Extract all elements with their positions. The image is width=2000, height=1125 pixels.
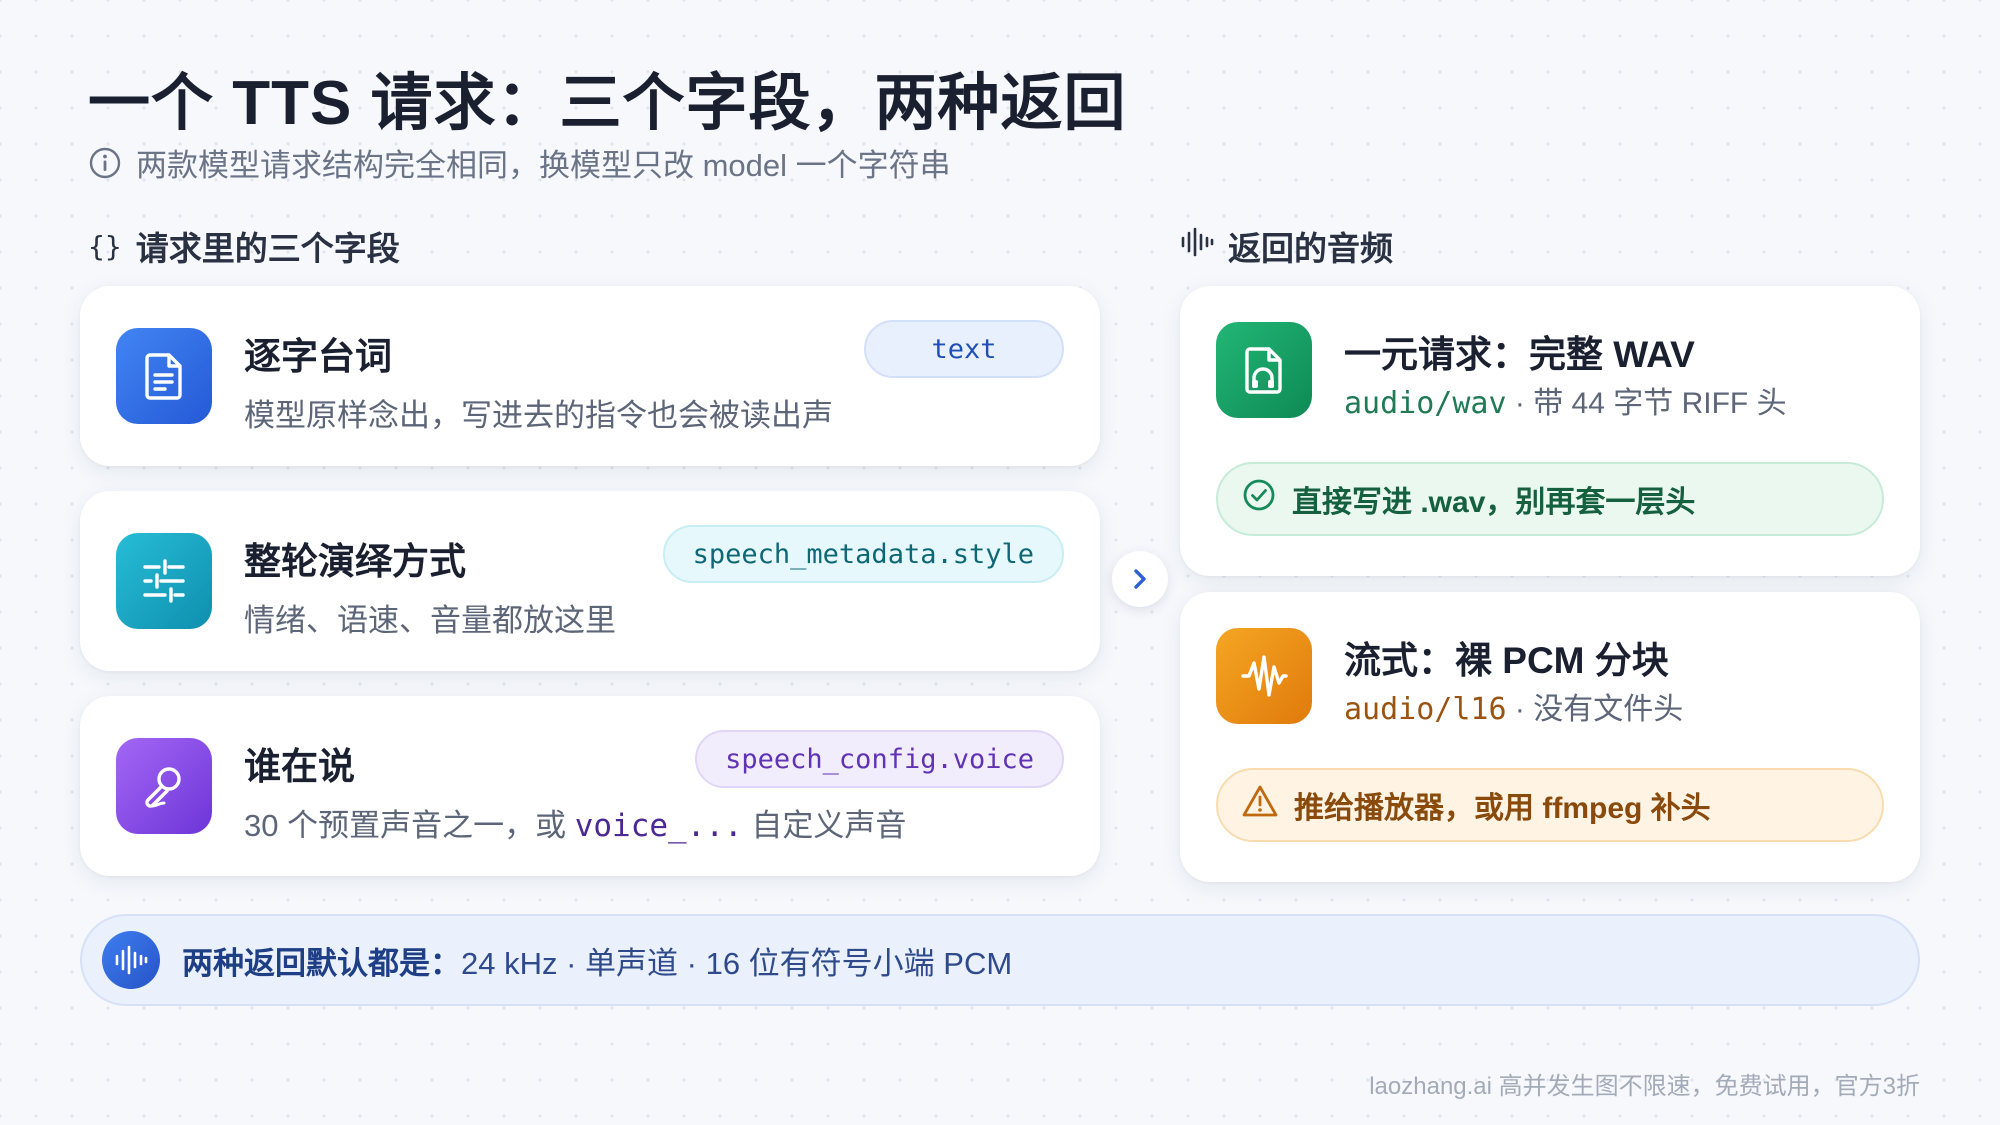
subtitle-text: 两款模型请求结构完全相同，换模型只改 model 一个字符串 <box>136 148 951 183</box>
response-desc: audio/l16 · 没有文件头 <box>1344 692 1684 727</box>
field-card-text: 逐字台词 模型原样念出，写进去的指令也会被读出声 text <box>80 286 1100 466</box>
response-note: 直接写进 .wav，别再套一层头 <box>1216 462 1884 536</box>
info-icon <box>88 146 122 180</box>
request-section-label: {} 请求里的三个字段 <box>88 229 400 268</box>
warning-icon <box>1242 784 1278 826</box>
field-name-chip: speech_metadata.style <box>662 525 1064 583</box>
field-card-style: 整轮演绎方式 情绪、语速、音量都放这里 speech_metadata.styl… <box>80 491 1100 671</box>
response-title: 流式：裸 PCM 分块 <box>1344 640 1669 681</box>
field-desc: 30 个预置声音之一，或 voice_... 自定义声音 <box>244 808 907 844</box>
summary-text: 两种返回默认都是：24 kHz · 单声道 · 16 位有符号小端 PCM <box>182 945 1013 981</box>
audio-bars-icon <box>102 931 160 989</box>
page-title: 一个 TTS 请求：三个字段，两种返回 <box>88 69 1127 138</box>
audio-format-summary: 两种返回默认都是：24 kHz · 单声道 · 16 位有符号小端 PCM <box>80 914 1920 1006</box>
watermark: laozhang.ai 高并发生图不限速，免费试用，官方3折 <box>1369 1073 1920 1100</box>
waveform-small-icon <box>1180 227 1214 265</box>
audio-file-icon <box>1216 322 1312 418</box>
document-icon <box>116 328 212 424</box>
microphone-icon <box>116 738 212 834</box>
response-section-label: 返回的音频 <box>1180 222 1393 270</box>
field-name-chip: speech_config.voice <box>695 730 1064 788</box>
field-card-voice: 谁在说 30 个预置声音之一，或 voice_... 自定义声音 speech_… <box>80 696 1100 876</box>
chevron-right-icon <box>1112 551 1168 607</box>
field-title: 整轮演绎方式 <box>244 541 466 582</box>
voice-code: voice_... <box>574 808 743 844</box>
field-desc: 模型原样念出，写进去的指令也会被读出声 <box>244 398 833 433</box>
content-type: audio/l16 <box>1344 692 1507 727</box>
subtitle: 两款模型请求结构完全相同，换模型只改 model 一个字符串 <box>88 140 951 185</box>
field-title: 逐字台词 <box>244 336 392 377</box>
field-desc: 情绪、语速、音量都放这里 <box>244 603 616 638</box>
braces-icon: {} <box>88 229 122 263</box>
response-note: 推给播放器，或用 ffmpeg 补头 <box>1216 768 1884 842</box>
response-card-wav: 一元请求：完整 WAV audio/wav · 带 44 字节 RIFF 头 直… <box>1180 286 1920 576</box>
response-card-pcm: 流式：裸 PCM 分块 audio/l16 · 没有文件头 推给播放器，或用 f… <box>1180 592 1920 882</box>
field-name-chip: text <box>864 320 1064 378</box>
content-type: audio/wav <box>1344 386 1507 421</box>
field-title: 谁在说 <box>244 746 355 787</box>
sliders-icon <box>116 533 212 629</box>
response-title: 一元请求：完整 WAV <box>1344 334 1695 375</box>
waveform-icon <box>1216 628 1312 724</box>
response-desc: audio/wav · 带 44 字节 RIFF 头 <box>1344 386 1787 421</box>
check-circle-icon <box>1242 478 1276 520</box>
